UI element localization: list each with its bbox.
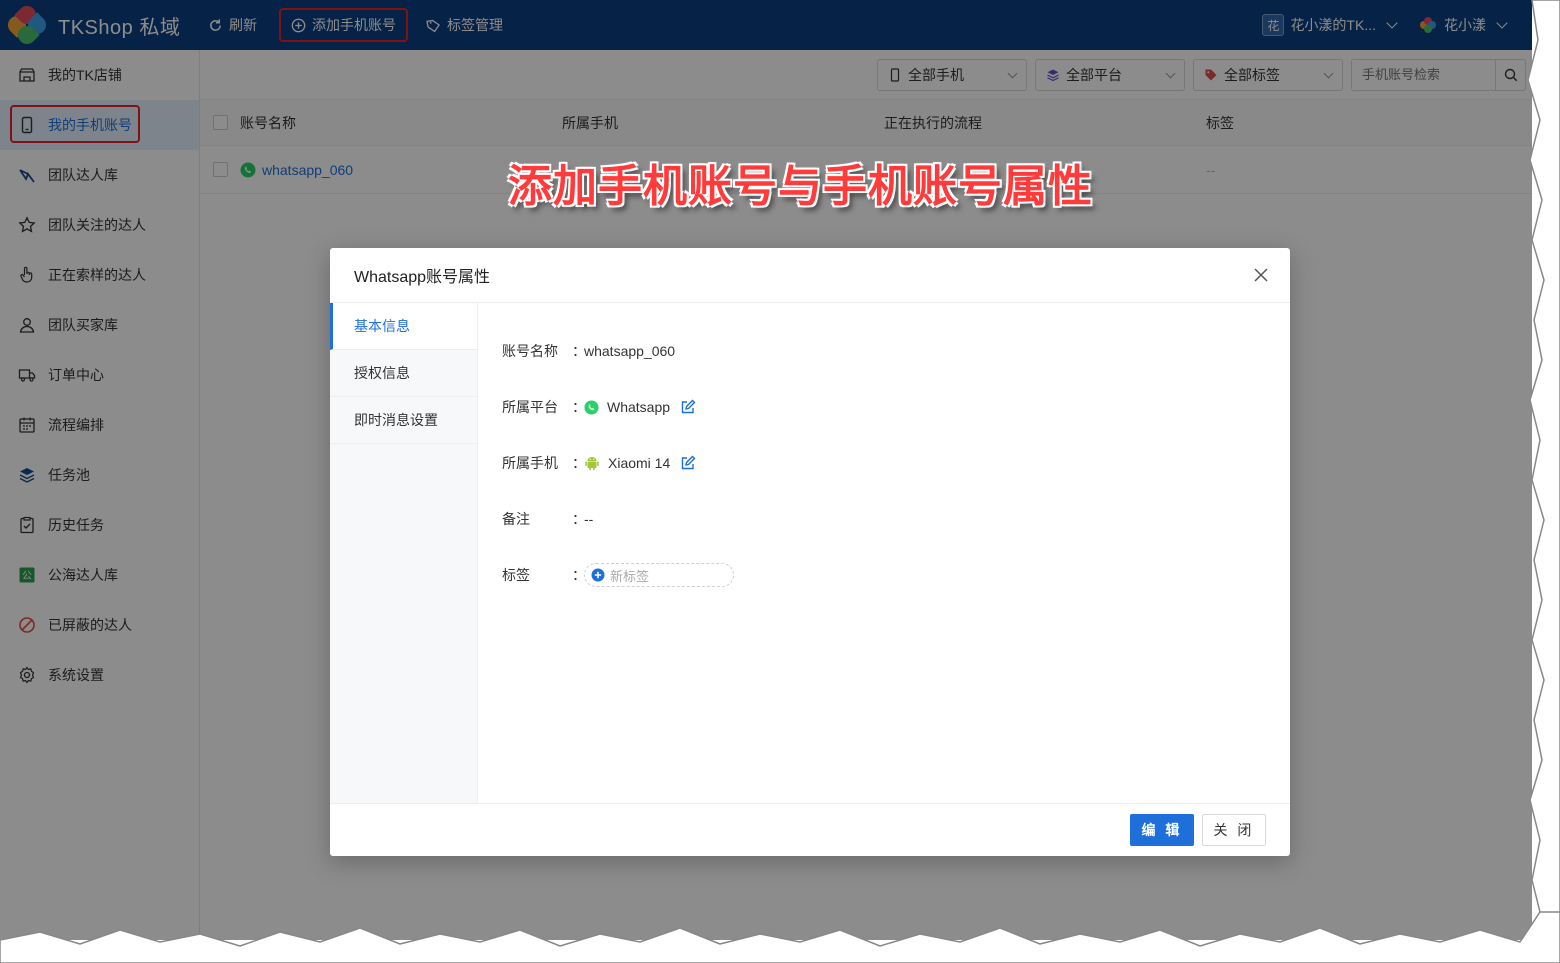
- modal-footer: 编 辑 关 闭: [330, 803, 1290, 856]
- torn-edge-bottom: [0, 912, 1560, 963]
- modal-title: Whatsapp账号属性: [354, 269, 491, 286]
- plus-circle-icon: [591, 568, 605, 582]
- field-label: 所属平台: [502, 399, 558, 415]
- edit-icon[interactable]: [680, 399, 696, 415]
- field-platform: 所属平台 ： Whatsapp: [502, 379, 1290, 435]
- close-button[interactable]: 关 闭: [1202, 814, 1266, 846]
- field-label: 备注: [502, 511, 530, 527]
- android-icon: [585, 457, 599, 471]
- edit-icon[interactable]: [680, 455, 696, 471]
- tab-auth-info[interactable]: 授权信息: [330, 350, 477, 397]
- note-value: --: [584, 511, 594, 527]
- phone-value: Xiaomi 14: [608, 455, 671, 471]
- edit-button[interactable]: 编 辑: [1130, 814, 1194, 846]
- field-colon: ：: [572, 567, 586, 583]
- field-colon: ：: [572, 399, 586, 415]
- field-colon: ：: [572, 343, 586, 359]
- field-account-name: 账号名称 ： whatsapp_060: [502, 323, 1290, 379]
- account-name-value: whatsapp_060: [584, 343, 676, 359]
- field-note: 备注 ： --: [502, 491, 1290, 547]
- annotation-caption: 添加手机账号与手机账号属性: [508, 162, 1093, 211]
- app-window: TKShop 私域 刷新 添加手机账号 标签管理 花 花小漾的TK... 花小漾…: [0, 0, 1532, 940]
- basic-info-form: 账号名称 ： whatsapp_060 所属平台 ： Whatsapp 所属手机…: [478, 303, 1290, 803]
- account-properties-modal: Whatsapp账号属性 基本信息 授权信息 即时消息设置 账号名称 ： wha…: [330, 248, 1290, 856]
- field-label: 账号名称: [502, 343, 558, 359]
- field-colon: ：: [572, 511, 586, 527]
- modal-tabs: 基本信息 授权信息 即时消息设置: [330, 303, 478, 803]
- field-colon: ：: [572, 455, 586, 471]
- tab-im-settings[interactable]: 即时消息设置: [330, 397, 477, 444]
- add-tag-label: 新标签: [610, 568, 650, 584]
- close-icon[interactable]: [1252, 266, 1270, 284]
- field-phone: 所属手机 ： Xiaomi 14: [502, 435, 1290, 491]
- add-tag-button[interactable]: 新标签: [584, 563, 734, 587]
- tab-basic-info[interactable]: 基本信息: [330, 303, 477, 350]
- torn-edge-right: [1527, 0, 1560, 913]
- field-label: 标签: [502, 567, 530, 583]
- field-tags: 标签 ： 新标签: [502, 547, 1290, 603]
- modal-body: 基本信息 授权信息 即时消息设置 账号名称 ： whatsapp_060 所属平…: [330, 303, 1290, 803]
- field-label: 所属手机: [502, 455, 558, 471]
- modal-header: Whatsapp账号属性: [330, 248, 1290, 303]
- platform-value: Whatsapp: [607, 399, 671, 415]
- whatsapp-icon: [584, 399, 599, 415]
